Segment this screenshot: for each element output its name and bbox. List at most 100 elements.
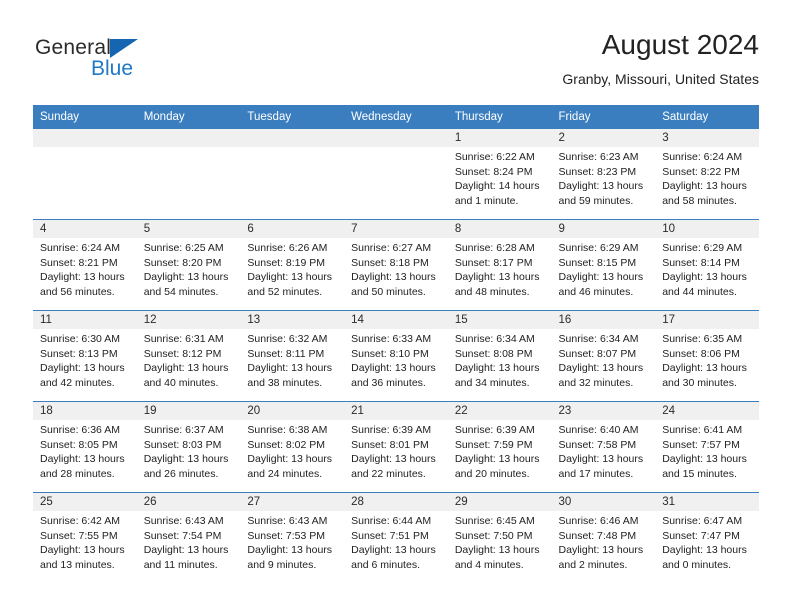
day-cell[interactable]: 20 Sunrise: 6:38 AM Sunset: 8:02 PM Dayligh…	[240, 402, 345, 492]
calendar-body: 1 Sunrise: 6:22 AM Sunset: 8:24 PM Daylight…	[33, 129, 759, 583]
day-cell[interactable]: 15 Sunrise: 6:34 AM Sunset: 8:08 PM Dayligh…	[447, 311, 552, 401]
day-cell[interactable]: 28 Sunrise: 6:44 AM Sunset: 7:51 PM Dayligh…	[344, 493, 448, 583]
calendar-day-cell[interactable]	[33, 129, 137, 220]
day-number: 7	[344, 220, 448, 238]
calendar-day-cell[interactable]: 2 Sunrise: 6:23 AM Sunset: 8:23 PM Daylight…	[551, 129, 656, 220]
calendar-day-cell[interactable]: 27 Sunrise: 6:43 AM Sunset: 7:53 PM Dayligh…	[240, 492, 345, 583]
daylight-duration-line2: and 36 minutes.	[351, 376, 426, 389]
day-cell[interactable]: 8 Sunrise: 6:28 AM Sunset: 8:17 PM Daylight…	[447, 220, 552, 310]
calendar-day-cell[interactable]: 30 Sunrise: 6:46 AM Sunset: 7:48 PM Dayligh…	[551, 492, 656, 583]
sunset-time: Sunset: 8:14 PM	[662, 256, 740, 269]
calendar-day-cell[interactable]: 25 Sunrise: 6:42 AM Sunset: 7:55 PM Dayligh…	[33, 492, 137, 583]
day-cell[interactable]: 6 Sunrise: 6:26 AM Sunset: 8:19 PM Daylight…	[240, 220, 345, 310]
sunrise-time: Sunrise: 6:31 AM	[143, 333, 224, 345]
page-title: August 2024	[601, 29, 759, 60]
calendar-day-cell[interactable]: 8 Sunrise: 6:28 AM Sunset: 8:17 PM Daylight…	[447, 219, 552, 311]
day-cell[interactable]: 21 Sunrise: 6:39 AM Sunset: 8:01 PM Dayligh…	[344, 402, 448, 492]
day-cell[interactable]: 30 Sunrise: 6:46 AM Sunset: 7:48 PM Dayligh…	[551, 493, 656, 583]
daylight-duration-line2: and 22 minutes.	[351, 467, 426, 480]
calendar-day-cell[interactable]: 26 Sunrise: 6:43 AM Sunset: 7:54 PM Dayligh…	[136, 492, 241, 583]
day-number: 10	[655, 220, 759, 238]
title-block: August 2024 Granby, Missouri, United Sta…	[562, 28, 759, 90]
daylight-duration-line2: and 54 minutes.	[143, 285, 219, 298]
sunset-time: Sunset: 7:55 PM	[40, 529, 118, 542]
calendar-day-cell[interactable]: 7 Sunrise: 6:27 AM Sunset: 8:18 PM Daylight…	[344, 219, 448, 311]
day-cell[interactable]: 10 Sunrise: 6:29 AM Sunset: 8:14 PM Dayligh…	[655, 220, 759, 310]
sunset-time: Sunset: 8:19 PM	[247, 256, 326, 269]
calendar-day-cell[interactable]: 20 Sunrise: 6:38 AM Sunset: 8:02 PM Dayligh…	[240, 401, 345, 493]
logo-triangle-icon	[110, 39, 138, 58]
calendar-day-cell[interactable]: 3 Sunrise: 6:24 AM Sunset: 8:22 PM Daylight…	[655, 129, 759, 220]
calendar-day-cell[interactable]: 13 Sunrise: 6:32 AM Sunset: 8:11 PM Dayligh…	[240, 310, 345, 402]
calendar-day-cell[interactable]	[344, 129, 448, 220]
calendar-day-cell[interactable]: 12 Sunrise: 6:31 AM Sunset: 8:12 PM Dayligh…	[136, 310, 241, 402]
sunrise-time: Sunrise: 6:47 AM	[662, 515, 743, 527]
sunrise-time: Sunrise: 6:41 AM	[662, 424, 743, 436]
day-details: Sunrise: 6:38 AM Sunset: 8:02 PM Daylight:…	[240, 420, 344, 481]
calendar-day-cell[interactable]: 24 Sunrise: 6:41 AM Sunset: 7:57 PM Dayligh…	[655, 401, 759, 493]
general-blue-logo[interactable]: General Blue	[35, 36, 215, 92]
calendar-day-cell[interactable]	[240, 129, 345, 220]
day-cell[interactable]: 2 Sunrise: 6:23 AM Sunset: 8:23 PM Daylight…	[551, 129, 656, 219]
day-cell[interactable]: 19 Sunrise: 6:37 AM Sunset: 8:03 PM Dayligh…	[136, 402, 241, 492]
day-cell[interactable]: 22 Sunrise: 6:39 AM Sunset: 7:59 PM Dayligh…	[447, 402, 552, 492]
day-number: 22	[447, 402, 552, 420]
day-number: 8	[447, 220, 552, 238]
calendar-day-cell[interactable]: 23 Sunrise: 6:40 AM Sunset: 7:58 PM Dayligh…	[551, 401, 656, 493]
day-cell[interactable]: 3 Sunrise: 6:24 AM Sunset: 8:22 PM Daylight…	[655, 129, 759, 219]
day-cell[interactable]: 29 Sunrise: 6:45 AM Sunset: 7:50 PM Dayligh…	[447, 493, 552, 583]
sunrise-time: Sunrise: 6:24 AM	[662, 151, 743, 163]
day-cell[interactable]: 9 Sunrise: 6:29 AM Sunset: 8:15 PM Daylight…	[551, 220, 656, 310]
daylight-duration-line1: Daylight: 13 hours	[558, 362, 644, 375]
day-number: 15	[447, 311, 552, 329]
day-cell[interactable]: 14 Sunrise: 6:33 AM Sunset: 8:10 PM Dayligh…	[344, 311, 448, 401]
day-cell[interactable]: 11 Sunrise: 6:30 AM Sunset: 8:13 PM Dayligh…	[33, 311, 137, 401]
calendar-day-cell[interactable]	[136, 129, 241, 220]
day-number	[33, 129, 137, 147]
calendar-day-cell[interactable]: 28 Sunrise: 6:44 AM Sunset: 7:51 PM Dayligh…	[344, 492, 448, 583]
calendar-day-cell[interactable]: 1 Sunrise: 6:22 AM Sunset: 8:24 PM Daylight…	[447, 129, 552, 220]
calendar-day-cell[interactable]: 11 Sunrise: 6:30 AM Sunset: 8:13 PM Dayligh…	[33, 310, 137, 402]
calendar-day-cell[interactable]: 18 Sunrise: 6:36 AM Sunset: 8:05 PM Dayligh…	[33, 401, 137, 493]
calendar-day-cell[interactable]: 14 Sunrise: 6:33 AM Sunset: 8:10 PM Dayligh…	[344, 310, 448, 402]
calendar-day-cell[interactable]: 17 Sunrise: 6:35 AM Sunset: 8:06 PM Dayligh…	[655, 310, 759, 402]
calendar-day-cell[interactable]: 6 Sunrise: 6:26 AM Sunset: 8:19 PM Daylight…	[240, 219, 345, 311]
day-cell[interactable]: 17 Sunrise: 6:35 AM Sunset: 8:06 PM Dayligh…	[655, 311, 759, 401]
calendar-day-cell[interactable]: 16 Sunrise: 6:34 AM Sunset: 8:07 PM Dayligh…	[551, 310, 656, 402]
weekday-header-row: Sunday Monday Tuesday Wednesday Thursday…	[33, 105, 759, 129]
calendar-day-cell[interactable]: 5 Sunrise: 6:25 AM Sunset: 8:20 PM Daylight…	[136, 219, 241, 311]
day-number: 21	[344, 402, 448, 420]
sunrise-time: Sunrise: 6:32 AM	[247, 333, 328, 345]
daylight-duration-line2: and 48 minutes.	[454, 285, 530, 298]
day-details: Sunrise: 6:39 AM Sunset: 7:59 PM Daylight:…	[448, 420, 552, 481]
day-cell[interactable]: 23 Sunrise: 6:40 AM Sunset: 7:58 PM Dayligh…	[551, 402, 656, 492]
calendar-day-cell[interactable]: 9 Sunrise: 6:29 AM Sunset: 8:15 PM Daylight…	[551, 219, 656, 311]
day-cell[interactable]: 24 Sunrise: 6:41 AM Sunset: 7:57 PM Dayligh…	[655, 402, 759, 492]
calendar-day-cell[interactable]: 29 Sunrise: 6:45 AM Sunset: 7:50 PM Dayligh…	[447, 492, 552, 583]
day-number	[136, 129, 241, 147]
day-cell[interactable]: 26 Sunrise: 6:43 AM Sunset: 7:54 PM Dayligh…	[136, 493, 241, 583]
day-cell[interactable]: 18 Sunrise: 6:36 AM Sunset: 8:05 PM Dayligh…	[33, 402, 137, 492]
day-cell[interactable]: 12 Sunrise: 6:31 AM Sunset: 8:12 PM Dayligh…	[136, 311, 241, 401]
day-details: Sunrise: 6:33 AM Sunset: 8:10 PM Daylight:…	[344, 329, 448, 390]
day-cell[interactable]: 13 Sunrise: 6:32 AM Sunset: 8:11 PM Dayligh…	[240, 311, 345, 401]
day-details: Sunrise: 6:24 AM Sunset: 8:22 PM Daylight:…	[655, 147, 759, 208]
calendar-day-cell[interactable]: 21 Sunrise: 6:39 AM Sunset: 8:01 PM Dayligh…	[344, 401, 448, 493]
day-cell[interactable]: 25 Sunrise: 6:42 AM Sunset: 7:55 PM Dayligh…	[33, 493, 137, 583]
day-cell[interactable]: 27 Sunrise: 6:43 AM Sunset: 7:53 PM Dayligh…	[240, 493, 345, 583]
day-number: 14	[344, 311, 448, 329]
day-cell[interactable]: 7 Sunrise: 6:27 AM Sunset: 8:18 PM Daylight…	[344, 220, 448, 310]
sunrise-time: Sunrise: 6:45 AM	[454, 515, 535, 527]
daylight-duration-line2: and 44 minutes.	[662, 285, 737, 298]
day-cell[interactable]: 1 Sunrise: 6:22 AM Sunset: 8:24 PM Daylight…	[447, 129, 552, 219]
calendar-day-cell[interactable]: 19 Sunrise: 6:37 AM Sunset: 8:03 PM Dayligh…	[136, 401, 241, 493]
calendar-day-cell[interactable]: 31 Sunrise: 6:47 AM Sunset: 7:47 PM Dayligh…	[655, 492, 759, 583]
calendar-day-cell[interactable]: 10 Sunrise: 6:29 AM Sunset: 8:14 PM Dayligh…	[655, 219, 759, 311]
day-cell[interactable]: 4 Sunrise: 6:24 AM Sunset: 8:21 PM Daylight…	[33, 220, 137, 310]
day-cell[interactable]: 5 Sunrise: 6:25 AM Sunset: 8:20 PM Daylight…	[136, 220, 241, 310]
calendar-day-cell[interactable]: 15 Sunrise: 6:34 AM Sunset: 8:08 PM Dayligh…	[447, 310, 552, 402]
calendar-day-cell[interactable]: 22 Sunrise: 6:39 AM Sunset: 7:59 PM Dayligh…	[447, 401, 552, 493]
day-cell[interactable]: 16 Sunrise: 6:34 AM Sunset: 8:07 PM Dayligh…	[551, 311, 656, 401]
day-cell[interactable]: 31 Sunrise: 6:47 AM Sunset: 7:47 PM Dayligh…	[655, 493, 759, 583]
calendar-day-cell[interactable]: 4 Sunrise: 6:24 AM Sunset: 8:21 PM Daylight…	[33, 219, 137, 311]
